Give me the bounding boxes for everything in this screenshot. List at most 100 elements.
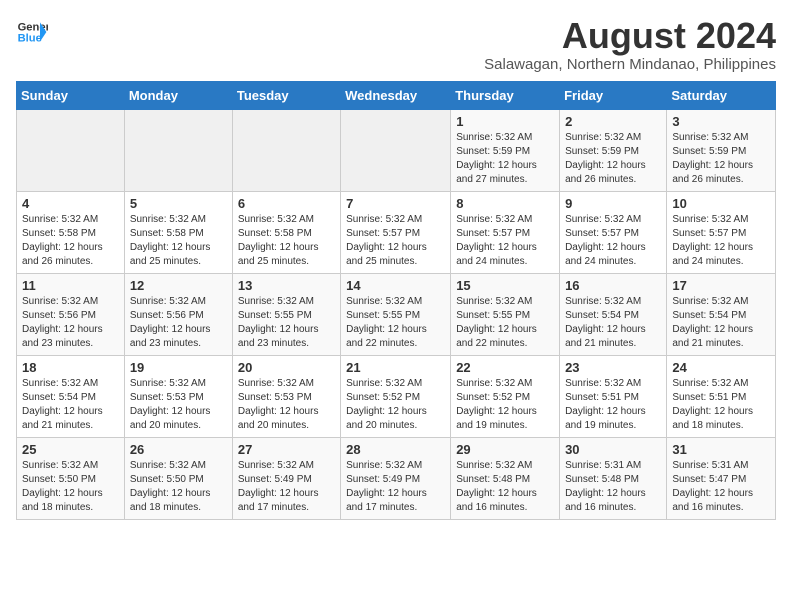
day-info: Sunrise: 5:32 AM Sunset: 5:56 PM Dayligh… xyxy=(22,295,119,351)
day-info: Sunrise: 5:32 AM Sunset: 5:55 PM Dayligh… xyxy=(238,295,335,351)
calendar-week-row: 4 Sunrise: 5:32 AM Sunset: 5:58 PM Daylig… xyxy=(17,191,776,273)
calendar-cell xyxy=(17,109,125,191)
day-info: Sunrise: 5:32 AM Sunset: 5:57 PM Dayligh… xyxy=(456,213,554,269)
day-info: Sunrise: 5:32 AM Sunset: 5:59 PM Dayligh… xyxy=(672,131,770,187)
day-info: Sunrise: 5:32 AM Sunset: 5:58 PM Dayligh… xyxy=(22,213,119,269)
day-number: 31 xyxy=(672,442,770,457)
calendar-week-row: 11 Sunrise: 5:32 AM Sunset: 5:56 PM Dayli… xyxy=(17,273,776,355)
day-info: Sunrise: 5:32 AM Sunset: 5:54 PM Dayligh… xyxy=(22,377,119,433)
day-number: 13 xyxy=(238,278,335,293)
day-number: 11 xyxy=(22,278,119,293)
day-info: Sunrise: 5:32 AM Sunset: 5:53 PM Dayligh… xyxy=(130,377,227,433)
calendar-cell: 30Sunrise: 5:31 AM Sunset: 5:48 PM Dayli… xyxy=(560,437,667,519)
calendar-week-row: 18 Sunrise: 5:32 AM Sunset: 5:54 PM Dayli… xyxy=(17,355,776,437)
calendar-cell xyxy=(232,109,340,191)
page-header: General Blue August 2024 Salawagan, Nort… xyxy=(16,16,776,73)
day-number: 20 xyxy=(238,360,335,375)
calendar-cell: 4 Sunrise: 5:32 AM Sunset: 5:58 PM Daylig… xyxy=(17,191,125,273)
column-header-sunday: Sunday xyxy=(17,81,125,109)
day-info: Sunrise: 5:32 AM Sunset: 5:52 PM Dayligh… xyxy=(346,377,445,433)
day-number: 23 xyxy=(565,360,661,375)
calendar-cell: 15 Sunrise: 5:32 AM Sunset: 5:55 PM Dayli… xyxy=(451,273,560,355)
calendar-cell: 11 Sunrise: 5:32 AM Sunset: 5:56 PM Dayli… xyxy=(17,273,125,355)
day-number: 14 xyxy=(346,278,445,293)
calendar-cell: 8 Sunrise: 5:32 AM Sunset: 5:57 PM Daylig… xyxy=(451,191,560,273)
day-info: Sunrise: 5:32 AM Sunset: 5:53 PM Dayligh… xyxy=(238,377,335,433)
calendar-week-row: 25 Sunrise: 5:32 AM Sunset: 5:50 PM Dayli… xyxy=(17,437,776,519)
calendar-cell: 19 Sunrise: 5:32 AM Sunset: 5:53 PM Dayli… xyxy=(124,355,232,437)
day-number: 7 xyxy=(346,196,445,211)
calendar-cell: 5 Sunrise: 5:32 AM Sunset: 5:58 PM Daylig… xyxy=(124,191,232,273)
calendar-cell: 6 Sunrise: 5:32 AM Sunset: 5:58 PM Daylig… xyxy=(232,191,340,273)
calendar-cell: 13 Sunrise: 5:32 AM Sunset: 5:55 PM Dayli… xyxy=(232,273,340,355)
day-number: 18 xyxy=(22,360,119,375)
calendar-cell: 22 Sunrise: 5:32 AM Sunset: 5:52 PM Dayli… xyxy=(451,355,560,437)
day-number: 15 xyxy=(456,278,554,293)
day-number: 17 xyxy=(672,278,770,293)
calendar-cell: 24Sunrise: 5:32 AM Sunset: 5:51 PM Dayli… xyxy=(667,355,776,437)
day-number: 5 xyxy=(130,196,227,211)
day-info: Sunrise: 5:32 AM Sunset: 5:57 PM Dayligh… xyxy=(672,213,770,269)
calendar-cell: 18 Sunrise: 5:32 AM Sunset: 5:54 PM Dayli… xyxy=(17,355,125,437)
day-info: Sunrise: 5:31 AM Sunset: 5:47 PM Dayligh… xyxy=(672,459,770,515)
calendar-cell: 21 Sunrise: 5:32 AM Sunset: 5:52 PM Dayli… xyxy=(341,355,451,437)
calendar-cell: 23Sunrise: 5:32 AM Sunset: 5:51 PM Dayli… xyxy=(560,355,667,437)
day-number: 30 xyxy=(565,442,661,457)
day-info: Sunrise: 5:32 AM Sunset: 5:49 PM Dayligh… xyxy=(238,459,335,515)
calendar-header-row: SundayMondayTuesdayWednesdayThursdayFrid… xyxy=(17,81,776,109)
day-number: 8 xyxy=(456,196,554,211)
day-number: 9 xyxy=(565,196,661,211)
column-header-monday: Monday xyxy=(124,81,232,109)
calendar-cell: 20 Sunrise: 5:32 AM Sunset: 5:53 PM Dayli… xyxy=(232,355,340,437)
calendar-cell: 16Sunrise: 5:32 AM Sunset: 5:54 PM Dayli… xyxy=(560,273,667,355)
calendar-cell: 10 Sunrise: 5:32 AM Sunset: 5:57 PM Dayli… xyxy=(667,191,776,273)
logo: General Blue xyxy=(16,16,48,48)
day-number: 21 xyxy=(346,360,445,375)
logo-icon: General Blue xyxy=(16,16,48,48)
calendar-cell: 2Sunrise: 5:32 AM Sunset: 5:59 PM Daylig… xyxy=(560,109,667,191)
day-info: Sunrise: 5:32 AM Sunset: 5:51 PM Dayligh… xyxy=(672,377,770,433)
day-info: Sunrise: 5:32 AM Sunset: 5:58 PM Dayligh… xyxy=(130,213,227,269)
day-number: 29 xyxy=(456,442,554,457)
calendar-cell: 29 Sunrise: 5:32 AM Sunset: 5:48 PM Dayli… xyxy=(451,437,560,519)
day-number: 27 xyxy=(238,442,335,457)
day-info: Sunrise: 5:32 AM Sunset: 5:50 PM Dayligh… xyxy=(130,459,227,515)
day-number: 10 xyxy=(672,196,770,211)
day-info: Sunrise: 5:32 AM Sunset: 5:50 PM Dayligh… xyxy=(22,459,119,515)
day-info: Sunrise: 5:32 AM Sunset: 5:54 PM Dayligh… xyxy=(672,295,770,351)
day-info: Sunrise: 5:32 AM Sunset: 5:59 PM Dayligh… xyxy=(456,131,554,187)
day-info: Sunrise: 5:32 AM Sunset: 5:57 PM Dayligh… xyxy=(346,213,445,269)
calendar-cell: 1 Sunrise: 5:32 AM Sunset: 5:59 PM Daylig… xyxy=(451,109,560,191)
calendar-cell: 9Sunrise: 5:32 AM Sunset: 5:57 PM Daylig… xyxy=(560,191,667,273)
day-number: 1 xyxy=(456,114,554,129)
column-header-friday: Friday xyxy=(560,81,667,109)
month-year: August 2024 xyxy=(484,16,776,56)
column-header-thursday: Thursday xyxy=(451,81,560,109)
day-number: 22 xyxy=(456,360,554,375)
day-info: Sunrise: 5:32 AM Sunset: 5:48 PM Dayligh… xyxy=(456,459,554,515)
day-info: Sunrise: 5:32 AM Sunset: 5:55 PM Dayligh… xyxy=(456,295,554,351)
day-number: 4 xyxy=(22,196,119,211)
calendar-cell xyxy=(124,109,232,191)
day-number: 12 xyxy=(130,278,227,293)
day-info: Sunrise: 5:32 AM Sunset: 5:56 PM Dayligh… xyxy=(130,295,227,351)
day-number: 6 xyxy=(238,196,335,211)
calendar-cell xyxy=(341,109,451,191)
svg-text:Blue: Blue xyxy=(18,33,42,45)
day-info: Sunrise: 5:32 AM Sunset: 5:52 PM Dayligh… xyxy=(456,377,554,433)
day-number: 25 xyxy=(22,442,119,457)
calendar-cell: 27 Sunrise: 5:32 AM Sunset: 5:49 PM Dayli… xyxy=(232,437,340,519)
calendar-cell: 25 Sunrise: 5:32 AM Sunset: 5:50 PM Dayli… xyxy=(17,437,125,519)
calendar-table: SundayMondayTuesdayWednesdayThursdayFrid… xyxy=(16,81,776,520)
day-info: Sunrise: 5:32 AM Sunset: 5:55 PM Dayligh… xyxy=(346,295,445,351)
calendar-cell: 26Sunrise: 5:32 AM Sunset: 5:50 PM Dayli… xyxy=(124,437,232,519)
calendar-cell: 14 Sunrise: 5:32 AM Sunset: 5:55 PM Dayli… xyxy=(341,273,451,355)
day-info: Sunrise: 5:32 AM Sunset: 5:58 PM Dayligh… xyxy=(238,213,335,269)
calendar-cell: 28Sunrise: 5:32 AM Sunset: 5:49 PM Dayli… xyxy=(341,437,451,519)
day-info: Sunrise: 5:32 AM Sunset: 5:59 PM Dayligh… xyxy=(565,131,661,187)
title-block: August 2024 Salawagan, Northern Mindanao… xyxy=(484,16,776,73)
calendar-cell: 7 Sunrise: 5:32 AM Sunset: 5:57 PM Daylig… xyxy=(341,191,451,273)
calendar-cell: 31 Sunrise: 5:31 AM Sunset: 5:47 PM Dayli… xyxy=(667,437,776,519)
location: Salawagan, Northern Mindanao, Philippine… xyxy=(484,56,776,73)
day-number: 19 xyxy=(130,360,227,375)
